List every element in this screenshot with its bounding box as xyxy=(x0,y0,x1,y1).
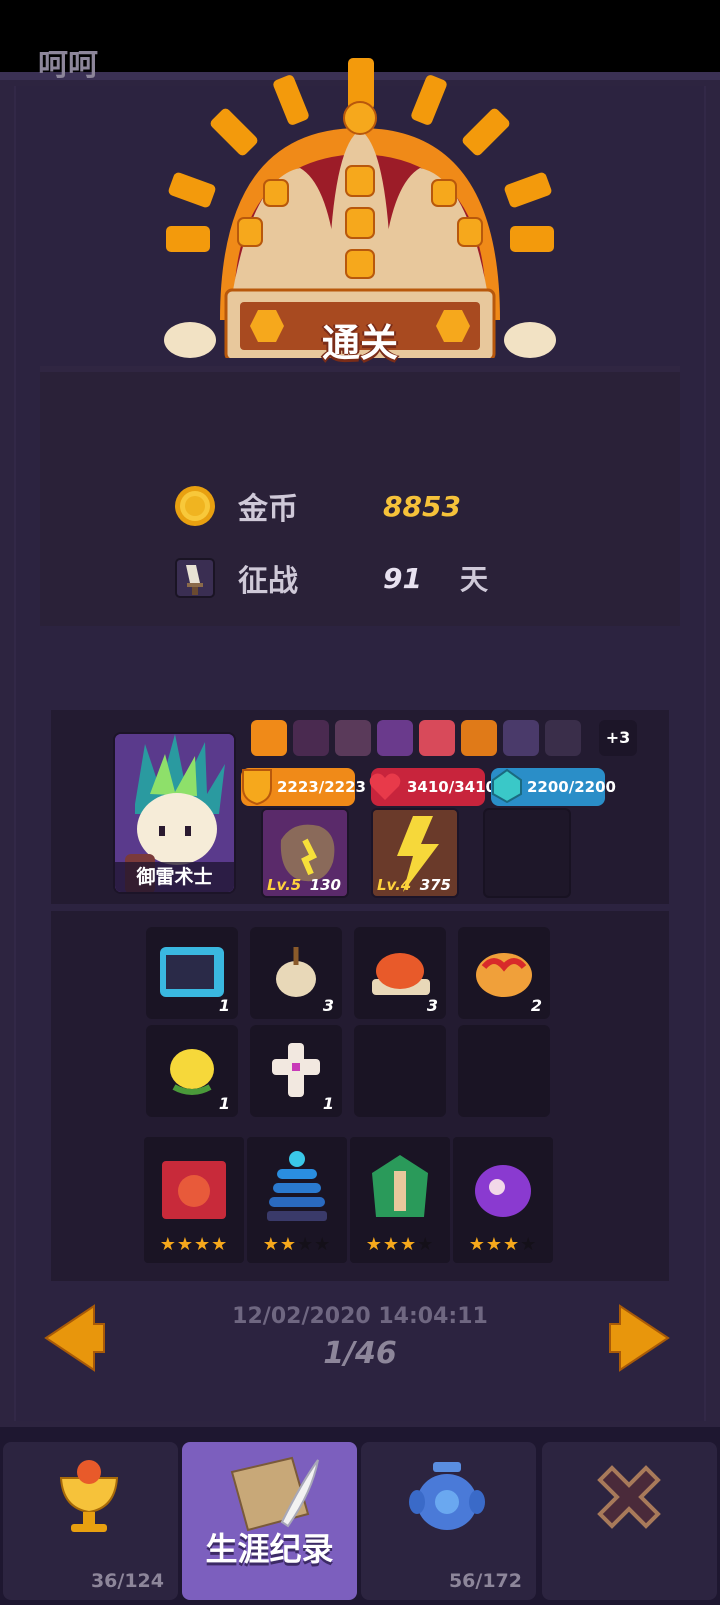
star-empty-icon: ★ xyxy=(520,1234,538,1255)
hero-panel: 御雷术士 +3 2223/2223 3410/3410 2200/2200 Lv… xyxy=(51,710,669,904)
gold-value: 8853 xyxy=(383,489,461,523)
tab-collection[interactable]: 56/172 xyxy=(361,1442,536,1600)
item-slot[interactable]: 2 xyxy=(458,927,550,1019)
heart-icon xyxy=(369,773,401,800)
star-filled-icon: ★ xyxy=(503,1234,521,1255)
skill-slot-2[interactable]: Lv.4 375 xyxy=(371,808,459,898)
trophy-icon xyxy=(59,1460,119,1532)
sword-icon xyxy=(175,558,215,598)
close-icon xyxy=(597,1465,661,1529)
trait-pig-icon[interactable] xyxy=(419,720,455,756)
star-filled-icon: ★ xyxy=(365,1234,383,1255)
trait-red-x-icon[interactable] xyxy=(251,720,287,756)
item-count: 1 xyxy=(322,1094,334,1113)
traits-more-button[interactable]: +3 xyxy=(599,720,637,756)
star-filled-icon: ★ xyxy=(468,1234,486,1255)
star-filled-icon: ★ xyxy=(211,1234,229,1255)
item-slot-empty[interactable] xyxy=(354,1025,446,1117)
purple-blob-tower-icon xyxy=(475,1165,531,1217)
trait-fire-icon[interactable] xyxy=(461,720,497,756)
mana-value: 2200/2200 xyxy=(527,778,616,796)
item-count: 1 xyxy=(218,1094,230,1113)
item-count: 3 xyxy=(322,996,334,1015)
green-crossbow-tower-icon xyxy=(372,1155,428,1217)
item-count: 3 xyxy=(426,996,438,1015)
star-empty-icon: ★ xyxy=(297,1234,315,1255)
trait-potion-icon[interactable] xyxy=(503,720,539,756)
days-label: 征战 xyxy=(238,564,298,599)
player-name: 呵呵 xyxy=(38,48,98,83)
star-filled-icon: ★ xyxy=(262,1234,280,1255)
star-filled-icon: ★ xyxy=(159,1234,177,1255)
skill-level: Lv.4 xyxy=(377,876,412,894)
star-filled-icon: ★ xyxy=(194,1234,212,1255)
tab-achievements[interactable]: 36/124 xyxy=(3,1442,178,1600)
close-button[interactable] xyxy=(542,1442,717,1600)
star-filled-icon: ★ xyxy=(382,1234,400,1255)
item-count: 2 xyxy=(530,996,542,1015)
days-value: 91 xyxy=(383,561,422,595)
tower-stars: ★★★★ xyxy=(350,1234,450,1255)
tower-card[interactable]: ★★★★ xyxy=(350,1137,450,1263)
blue-coil-tower-icon xyxy=(267,1151,327,1221)
inventory-panel: 1 3 3 2 1 1 ★★★★ ★★★★ ★★★★ ★★★★ xyxy=(51,911,669,1281)
blue-jar-icon xyxy=(409,1462,485,1530)
tab-career-record-label: 生涯纪录 xyxy=(205,1530,334,1568)
tower-stars: ★★★★ xyxy=(247,1234,347,1255)
skill-level: Lv.5 xyxy=(267,876,302,894)
item-count: 1 xyxy=(218,996,230,1015)
armor-value: 2223/2223 xyxy=(277,778,366,796)
skill-slot-1[interactable]: Lv.5 130 xyxy=(261,808,349,898)
tower-card[interactable]: ★★★★ xyxy=(247,1137,347,1263)
item-slot[interactable]: 3 xyxy=(354,927,446,1019)
hero-name: 御雷术士 xyxy=(115,862,234,892)
days-unit: 天 xyxy=(459,563,488,596)
star-filled-icon: ★ xyxy=(400,1234,418,1255)
star-filled-icon: ★ xyxy=(485,1234,503,1255)
tab-career-record[interactable]: 生涯纪录 xyxy=(182,1442,357,1600)
gold-coin-icon xyxy=(175,486,215,526)
result-banner: 通关 xyxy=(321,321,398,365)
item-slot[interactable]: 1 xyxy=(146,927,238,1019)
star-empty-icon: ★ xyxy=(314,1234,332,1255)
tower-card[interactable]: ★★★★ xyxy=(144,1137,244,1263)
trait-demon-icon[interactable] xyxy=(377,720,413,756)
star-filled-icon: ★ xyxy=(279,1234,297,1255)
health-value: 3410/3410 xyxy=(407,778,496,796)
tower-stars: ★★★★ xyxy=(144,1234,244,1255)
shield-icon xyxy=(242,769,272,806)
next-arrow-icon[interactable] xyxy=(608,1302,672,1374)
stats-panel: 金币 8853 征战 91 天 xyxy=(40,366,680,626)
gold-label: 金币 xyxy=(238,492,298,527)
tower-card[interactable]: ★★★★ xyxy=(453,1137,553,1263)
bottom-tab-bar: 36/124 生涯纪录 56/172 xyxy=(0,1427,720,1605)
item-slot[interactable]: 1 xyxy=(146,1025,238,1117)
trait-hat-icon[interactable] xyxy=(545,720,581,756)
tower-stars: ★★★★ xyxy=(453,1234,553,1255)
hero-portrait[interactable]: 御雷术士 xyxy=(113,732,236,894)
item-slot-empty[interactable] xyxy=(458,1025,550,1117)
star-filled-icon: ★ xyxy=(176,1234,194,1255)
achievements-count: 36/124 xyxy=(90,1570,164,1592)
days-stat: 征战 91 天 xyxy=(174,554,488,602)
item-slot[interactable]: 3 xyxy=(250,927,342,1019)
trait-gloves-icon[interactable] xyxy=(335,720,371,756)
skill-slot-empty[interactable] xyxy=(483,808,571,898)
gold-stat: 金币 8853 xyxy=(174,482,461,530)
mana-crystal-icon xyxy=(492,768,522,804)
star-empty-icon: ★ xyxy=(417,1234,435,1255)
skill-value: 375 xyxy=(419,876,451,894)
trait-staff-icon[interactable] xyxy=(293,720,329,756)
monkey-tower-icon xyxy=(162,1161,226,1219)
skill-value: 130 xyxy=(309,876,341,894)
collection-count: 56/172 xyxy=(448,1570,522,1592)
item-slot[interactable]: 1 xyxy=(250,1025,342,1117)
